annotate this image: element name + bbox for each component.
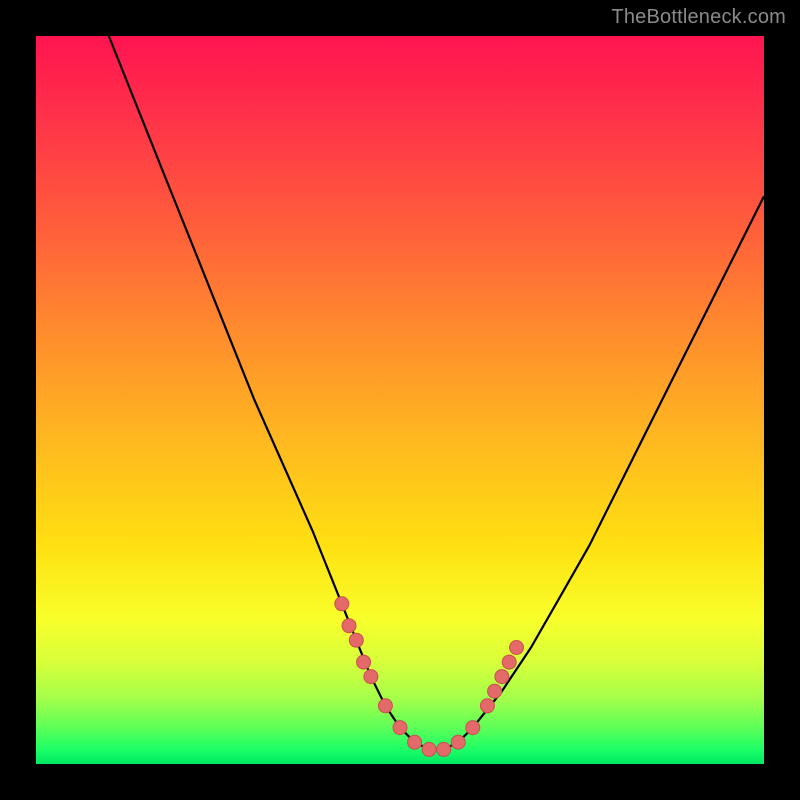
data-point <box>466 721 480 735</box>
data-point <box>408 735 422 749</box>
data-point <box>495 670 509 684</box>
data-point <box>364 670 378 684</box>
data-point <box>502 655 516 669</box>
data-point <box>451 735 465 749</box>
chart-frame: TheBottleneck.com <box>0 0 800 800</box>
data-point <box>393 721 407 735</box>
data-point <box>335 597 349 611</box>
data-points <box>335 597 524 757</box>
data-point <box>480 699 494 713</box>
bottleneck-curve <box>109 36 764 749</box>
data-point <box>342 619 356 633</box>
data-point <box>349 633 363 647</box>
data-point <box>357 655 371 669</box>
data-point <box>422 742 436 756</box>
data-point <box>437 742 451 756</box>
data-point <box>488 684 502 698</box>
data-point <box>510 641 524 655</box>
data-point <box>378 699 392 713</box>
plot-svg <box>36 36 764 764</box>
plot-area <box>36 36 764 764</box>
watermark-text: TheBottleneck.com <box>611 6 786 29</box>
